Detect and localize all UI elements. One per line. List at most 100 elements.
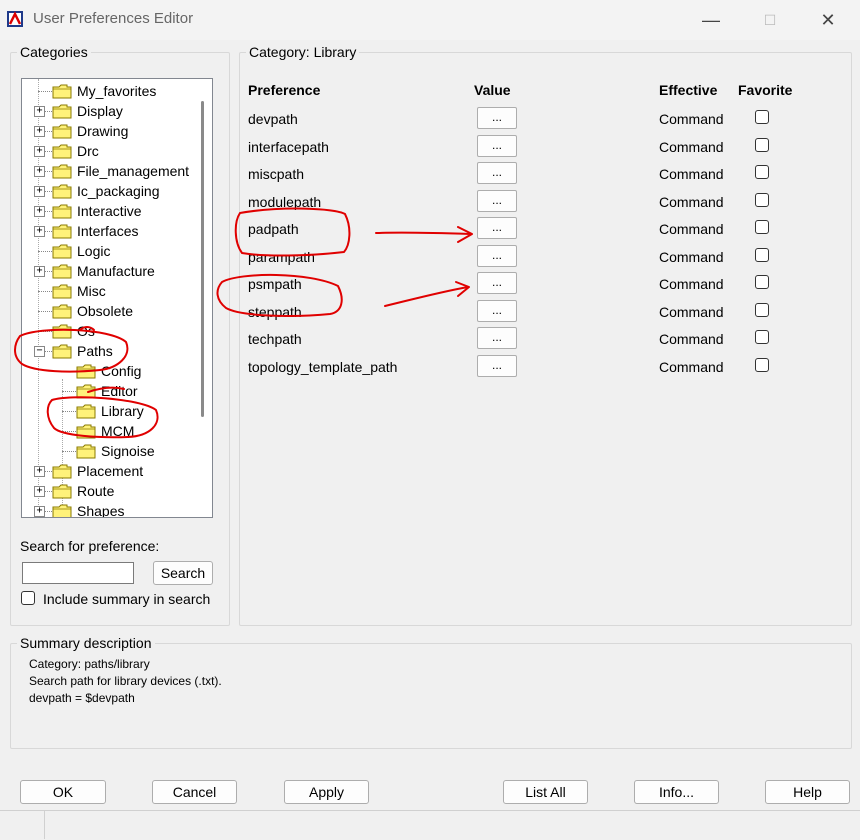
close-button[interactable]: ✕ xyxy=(816,8,840,32)
favorite-checkbox[interactable] xyxy=(755,330,769,344)
summary-group: Summary description xyxy=(10,635,852,749)
tree-item-obsolete[interactable]: Obsolete xyxy=(22,301,191,321)
minimize-button[interactable]: — xyxy=(699,8,723,32)
tree-item-label: Interfaces xyxy=(77,223,139,239)
expand-icon[interactable]: + xyxy=(34,166,45,177)
tree-item-config[interactable]: Config xyxy=(22,361,191,381)
value-browse-button[interactable]: ... xyxy=(477,217,517,239)
preference-name: psmpath xyxy=(248,276,302,292)
tree-item-placement[interactable]: + Placement xyxy=(22,461,191,481)
expand-icon[interactable]: + xyxy=(34,506,45,517)
tree-item-my-favorites[interactable]: My_favorites xyxy=(22,81,191,101)
expand-icon[interactable]: + xyxy=(34,146,45,157)
expand-icon[interactable]: + xyxy=(34,486,45,497)
header-effective: Effective xyxy=(659,82,718,98)
expand-icon[interactable]: + xyxy=(34,206,45,217)
tree-item-misc[interactable]: Misc xyxy=(22,281,191,301)
expand-icon[interactable]: + xyxy=(34,126,45,137)
search-button[interactable]: Search xyxy=(153,561,213,585)
tree-item-drawing[interactable]: + Drawing xyxy=(22,121,191,141)
tree-item-label: Route xyxy=(77,483,115,499)
preference-name: miscpath xyxy=(248,166,305,182)
tree-item-manufacture[interactable]: + Manufacture xyxy=(22,261,191,281)
tree-item-interfaces[interactable]: + Interfaces xyxy=(22,221,191,241)
list-all-button[interactable]: List All xyxy=(503,780,588,804)
tree-item-ic-packaging[interactable]: + Ic_packaging xyxy=(22,181,191,201)
tree-item-label: Editor xyxy=(101,383,138,399)
favorite-checkbox[interactable] xyxy=(755,220,769,234)
search-input[interactable] xyxy=(22,562,134,584)
value-browse-button[interactable]: ... xyxy=(477,354,517,377)
category-tree[interactable]: My_favorites + Display + Drawing + Drc + File_ma… xyxy=(21,78,213,518)
tree-item-route[interactable]: + Route xyxy=(22,481,191,501)
favorite-checkbox[interactable] xyxy=(755,110,769,124)
folder-icon xyxy=(52,224,72,239)
value-browse-button[interactable]: ... xyxy=(477,134,517,157)
tree-connector xyxy=(62,431,76,432)
value-browse-button[interactable]: ... xyxy=(477,299,517,322)
include-summary-checkbox[interactable] xyxy=(21,591,35,605)
value-browse-button[interactable]: ... xyxy=(477,272,517,294)
folder-icon xyxy=(76,424,96,439)
tree-item-drc[interactable]: + Drc xyxy=(22,141,191,161)
value-browse-button[interactable]: ... xyxy=(477,162,517,184)
tree-item-paths[interactable]: − Paths xyxy=(22,341,191,361)
favorite-checkbox[interactable] xyxy=(755,137,769,152)
favorite-checkbox[interactable] xyxy=(755,302,769,317)
summary-line-category: Category: paths/library xyxy=(29,657,150,671)
favorite-checkbox[interactable] xyxy=(755,247,769,262)
folder-icon xyxy=(52,84,72,99)
folder-icon xyxy=(76,384,96,399)
expand-icon[interactable]: + xyxy=(34,266,45,277)
effective-value: Command xyxy=(659,248,724,265)
value-browse-button[interactable]: ... xyxy=(477,244,517,267)
cancel-button[interactable]: Cancel xyxy=(152,780,237,804)
tree-scrollbar[interactable] xyxy=(192,79,212,517)
preference-name: modulepath xyxy=(248,193,322,210)
value-browse-button[interactable]: ... xyxy=(477,327,517,349)
apply-button[interactable]: Apply xyxy=(284,780,369,804)
tree-item-interactive[interactable]: + Interactive xyxy=(22,201,191,221)
expand-icon[interactable]: + xyxy=(34,106,45,117)
tree-item-shapes[interactable]: + Shapes xyxy=(22,501,191,518)
tree-item-display[interactable]: + Display xyxy=(22,101,191,121)
expand-icon[interactable]: + xyxy=(34,186,45,197)
status-bar-segment xyxy=(0,811,45,839)
tree-item-label: Shapes xyxy=(77,503,125,518)
tree-item-mcm[interactable]: MCM xyxy=(22,421,191,441)
expand-icon[interactable]: + xyxy=(34,466,45,477)
value-browse-button[interactable]: ... xyxy=(477,189,517,212)
window-title: User Preferences Editor xyxy=(33,10,194,27)
maximize-button[interactable]: ☐ xyxy=(758,8,782,32)
tree-item-library[interactable]: Library xyxy=(22,401,191,421)
tree-item-signoise[interactable]: Signoise xyxy=(22,441,191,461)
tree-scroll-thumb[interactable] xyxy=(201,101,204,417)
info-button[interactable]: Info... xyxy=(634,780,719,804)
tree-connector xyxy=(62,411,76,412)
tree-item-editor[interactable]: Editor xyxy=(22,381,191,401)
tree-item-file-management[interactable]: + File_management xyxy=(22,161,191,181)
header-preference: Preference xyxy=(248,82,321,98)
folder-icon xyxy=(52,284,72,299)
help-button[interactable]: Help xyxy=(765,780,850,804)
value-browse-button[interactable]: ... xyxy=(477,107,517,129)
tree-item-logic[interactable]: Logic xyxy=(22,241,191,261)
expand-icon[interactable]: + xyxy=(34,226,45,237)
summary-label: Summary description xyxy=(20,635,152,651)
tree-item-os[interactable]: Os xyxy=(22,321,191,341)
effective-value: Command xyxy=(659,138,724,155)
tree-connector xyxy=(62,371,76,372)
favorite-checkbox[interactable] xyxy=(755,357,769,372)
effective-value: Command xyxy=(659,111,724,127)
favorite-checkbox[interactable] xyxy=(755,192,769,207)
tree-item-label: File_management xyxy=(77,163,190,179)
status-bar xyxy=(0,810,860,840)
favorite-checkbox[interactable] xyxy=(755,165,769,179)
ok-button[interactable]: OK xyxy=(20,780,106,804)
preference-name: parampath xyxy=(248,248,315,265)
title-bar[interactable]: User Preferences Editor — ☐ ✕ xyxy=(0,0,860,40)
summary-line-description: Search path for library devices (.txt). xyxy=(29,674,222,688)
folder-icon xyxy=(52,164,72,179)
favorite-checkbox[interactable] xyxy=(755,275,769,289)
collapse-icon[interactable]: − xyxy=(34,346,45,357)
